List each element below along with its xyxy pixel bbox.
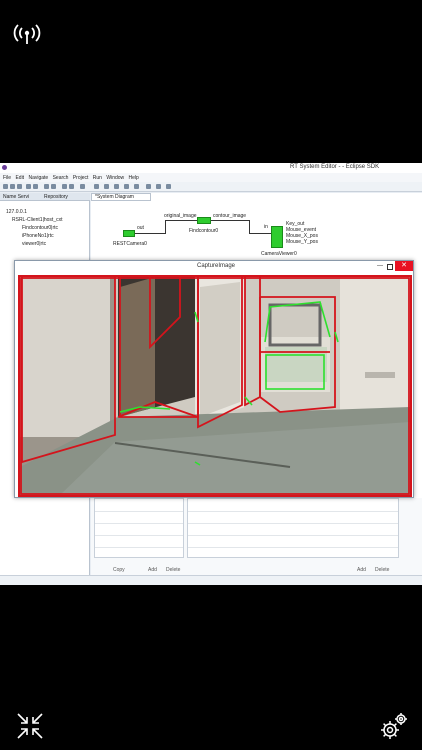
delete-button[interactable]: Delete <box>166 567 180 573</box>
tree-item[interactable]: RSRL-Client1|host_cxt <box>12 217 63 223</box>
close-button[interactable]: ✕ <box>395 261 413 271</box>
port-mouse-y-label: Mouse_Y_pos <box>286 239 318 245</box>
capture-titlebar[interactable]: CaptureImage — ✕ <box>15 261 413 273</box>
connector-wire[interactable] <box>249 220 250 233</box>
toolbar-button[interactable] <box>17 184 22 189</box>
port-contour-image-label: contour_image <box>213 213 247 219</box>
settings-icon[interactable] <box>378 710 410 742</box>
toolbar-button[interactable] <box>134 184 139 189</box>
tab-repository[interactable]: Repository <box>44 194 68 200</box>
signal-icon[interactable] <box>12 22 42 46</box>
properties-panel: Copy Add Delete Add Delete <box>91 498 422 585</box>
menu-run[interactable]: Run <box>93 175 102 181</box>
connector-wire[interactable] <box>165 220 166 234</box>
menu-edit[interactable]: Edit <box>15 175 24 181</box>
remote-desktop[interactable]: RT System Editor - - Eclipse SDK File Ed… <box>0 163 422 585</box>
config-table-left[interactable] <box>94 498 184 558</box>
status-bar <box>0 575 422 585</box>
collapse-icon[interactable] <box>16 712 44 740</box>
toolbar-button[interactable] <box>94 184 99 189</box>
toolbar-button[interactable] <box>10 184 15 189</box>
toolbar-button[interactable] <box>26 184 31 189</box>
component-viewer-label: CameraViewer0 <box>261 251 297 257</box>
menu-window[interactable]: Window <box>106 175 124 181</box>
connector-wire[interactable] <box>135 233 165 234</box>
toolbar-button[interactable] <box>146 184 151 189</box>
tree-item[interactable]: 127.0.0.1 <box>6 209 27 215</box>
component-findcontour-label: Findcontour0 <box>189 228 219 234</box>
connector-wire[interactable] <box>249 233 271 234</box>
config-table-right[interactable] <box>187 498 399 558</box>
captured-camera-image <box>18 275 412 497</box>
menu-file[interactable]: File <box>3 175 11 181</box>
menu-help[interactable]: Help <box>129 175 139 181</box>
toolbar-button[interactable] <box>104 184 109 189</box>
copy-button[interactable]: Copy <box>113 567 125 573</box>
toolbar-button[interactable] <box>80 184 85 189</box>
maximize-button[interactable] <box>387 264 393 270</box>
add-button[interactable]: Add <box>357 567 366 573</box>
tab-name-service[interactable]: Name Servi <box>3 194 29 200</box>
toolbar-button[interactable] <box>44 184 49 189</box>
system-diagram[interactable]: *System Diagram RESTCamera0 out original… <box>91 193 422 263</box>
toolbar-button[interactable] <box>51 184 56 189</box>
window-titlebar: RT System Editor - - Eclipse SDK <box>0 163 422 173</box>
screen: RT System Editor - - Eclipse SDK File Ed… <box>0 0 422 750</box>
tab-system-diagram[interactable]: *System Diagram <box>91 193 151 201</box>
component-viewer[interactable] <box>271 226 283 248</box>
app-icon <box>2 165 7 170</box>
port-out-label: out <box>137 225 144 231</box>
toolbar-button[interactable] <box>69 184 74 189</box>
delete-button[interactable]: Delete <box>375 567 389 573</box>
toolbar-button[interactable] <box>62 184 67 189</box>
menu-navigate[interactable]: Navigate <box>28 175 48 181</box>
capture-image-window[interactable]: CaptureImage — ✕ <box>14 260 414 498</box>
tree-item[interactable]: viewer0|rtc <box>22 241 46 247</box>
toolbar-button[interactable] <box>124 184 129 189</box>
component-findcontour[interactable] <box>197 217 211 224</box>
add-button[interactable]: Add <box>148 567 157 573</box>
panel-tabs: Name Servi Repository <box>0 193 90 201</box>
toolbar-button[interactable] <box>156 184 161 189</box>
menu-search[interactable]: Search <box>53 175 69 181</box>
component-camera[interactable] <box>123 230 135 237</box>
component-camera-label: RESTCamera0 <box>113 241 147 247</box>
toolbar <box>0 182 422 192</box>
connector-wire[interactable] <box>165 220 197 221</box>
toolbar-button[interactable] <box>33 184 38 189</box>
toolbar-button[interactable] <box>166 184 171 189</box>
menu-project[interactable]: Project <box>73 175 89 181</box>
port-original-image-label: original_image <box>164 213 197 219</box>
tree-item[interactable]: iPhoneNo1|rtc <box>22 233 54 239</box>
port-in-label: in <box>264 224 268 230</box>
tree-item[interactable]: Findcontour0|rtc <box>22 225 58 231</box>
connector-wire[interactable] <box>211 220 249 221</box>
toolbar-button[interactable] <box>114 184 119 189</box>
toolbar-button[interactable] <box>3 184 8 189</box>
window-title: RT System Editor - - Eclipse SDK <box>290 164 380 170</box>
menu-bar: File Edit Navigate Search Project Run Wi… <box>0 173 422 182</box>
capture-window-title: CaptureImage <box>197 263 236 269</box>
minimize-button[interactable]: — <box>377 263 383 269</box>
